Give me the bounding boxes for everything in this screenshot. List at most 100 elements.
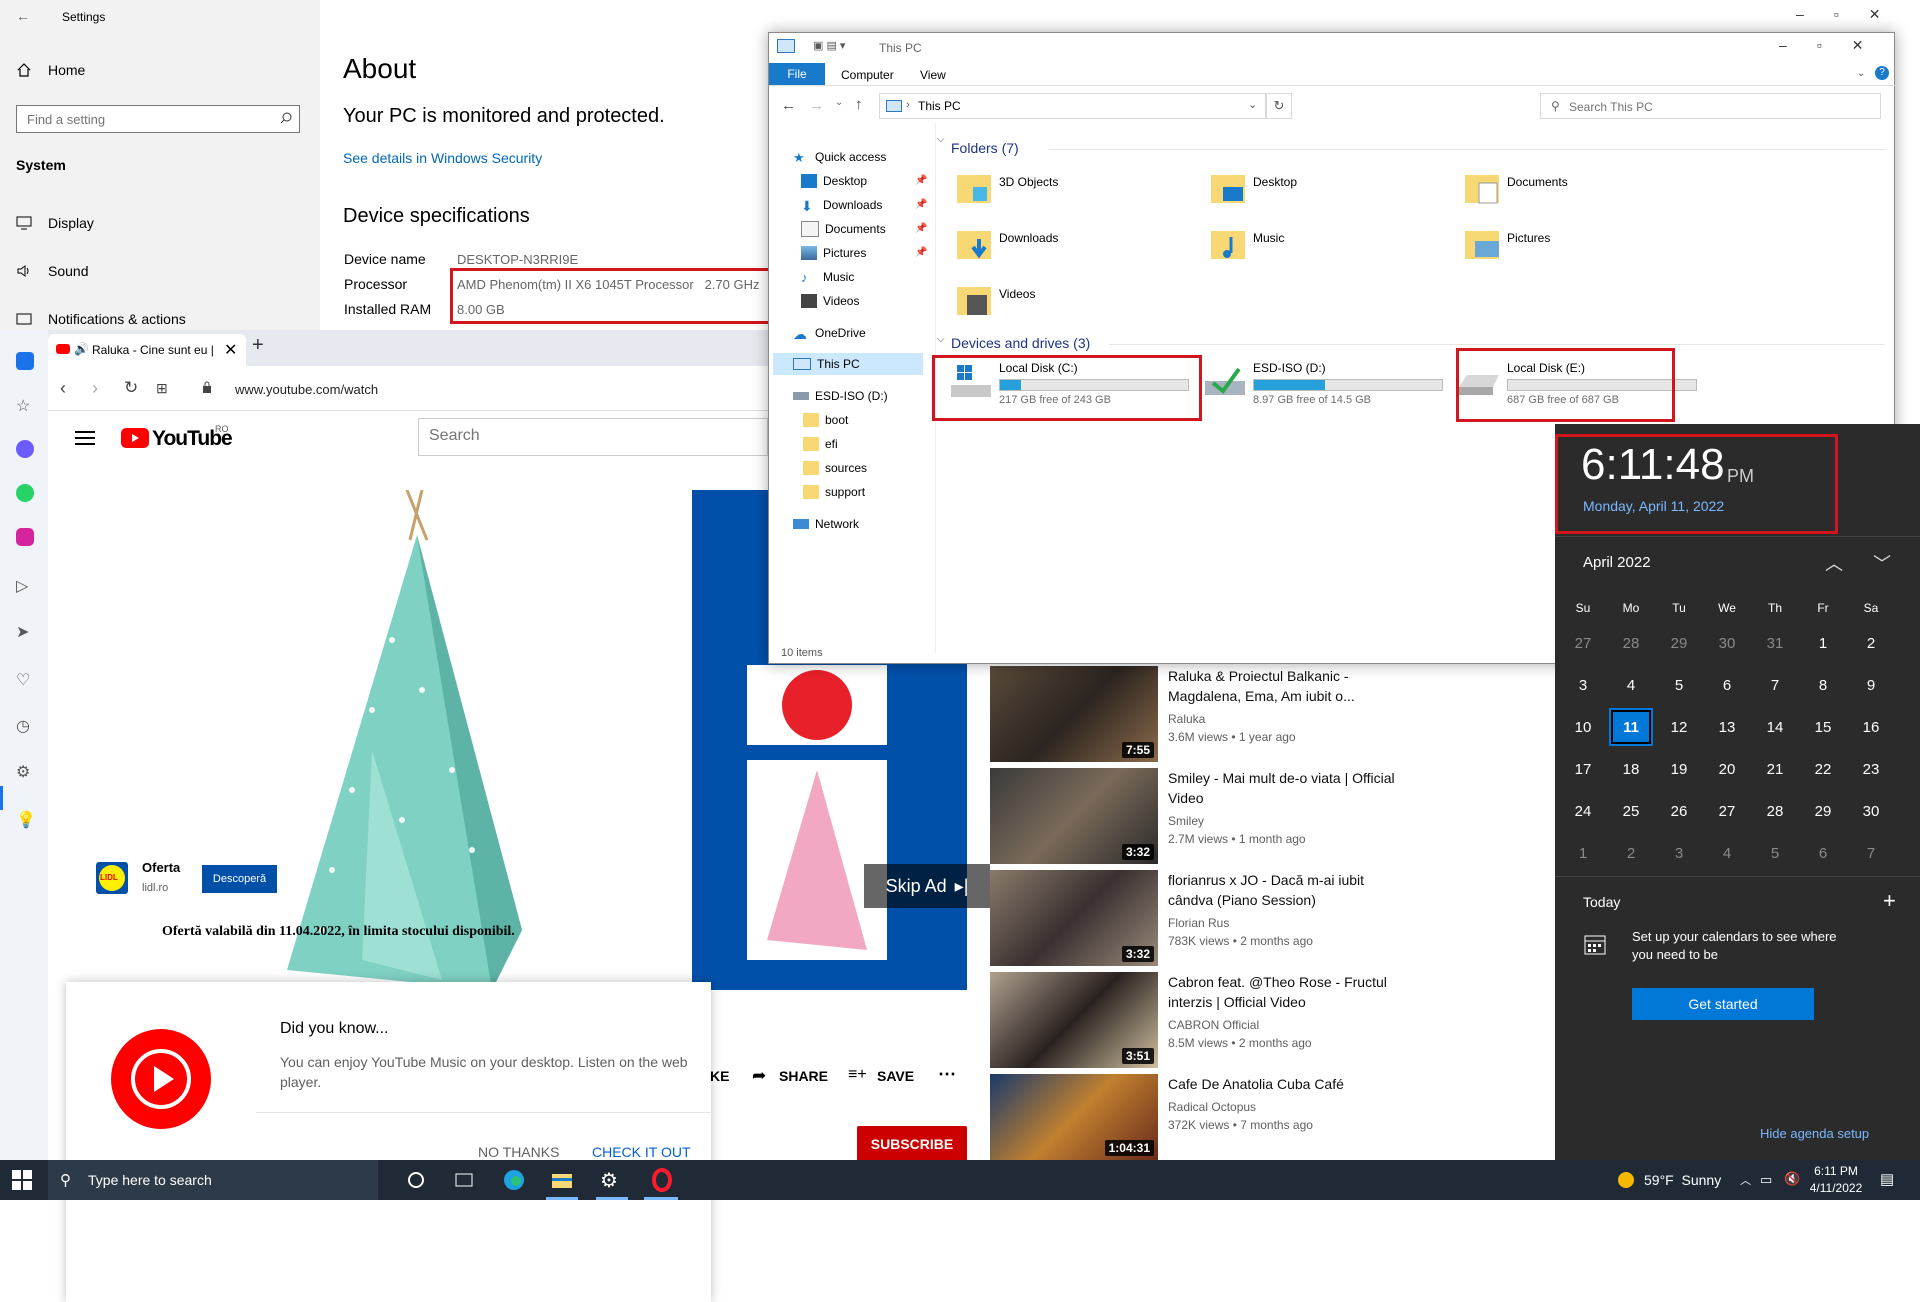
address-dropdown-icon[interactable]: ⌄ (1248, 98, 1257, 111)
drive-d[interactable]: ESD-ISO (D:) 8.97 GB free of 14.5 GB (1203, 361, 1443, 406)
nav-folder-support[interactable]: support (803, 482, 865, 502)
calendar-day[interactable]: 2 (1607, 833, 1655, 873)
calendar-day[interactable]: 31 (1751, 623, 1799, 663)
nav-videos[interactable]: Videos (801, 291, 859, 311)
whatsapp-icon[interactable] (16, 484, 34, 502)
settings-taskbar-icon[interactable]: ⚙ (600, 1168, 624, 1192)
calendar-day[interactable]: 4 (1703, 833, 1751, 873)
file-explorer-taskbar-icon[interactable] (550, 1168, 574, 1192)
calendar-day[interactable]: 4 (1607, 665, 1655, 705)
nav-music[interactable]: ♪ Music (801, 267, 854, 287)
settings-gear-icon[interactable]: ⚙ (16, 762, 34, 781)
collapse-chevron-icon[interactable]: ⌵ (937, 134, 945, 145)
settings-nav-display[interactable]: Display (14, 215, 94, 231)
video-title[interactable]: Raluka & Proiectul Balkanic - Magdalena,… (1168, 666, 1398, 706)
tabs-grid-icon[interactable]: ⊞ (156, 380, 168, 397)
share-button[interactable]: SHARE (779, 1068, 828, 1084)
next-month-icon[interactable]: ﹀ (1873, 550, 1891, 576)
back-arrow-icon[interactable]: ← (16, 8, 30, 24)
volume-muted-icon[interactable]: 🔇 (1784, 1171, 1800, 1187)
calendar-day[interactable]: 10 (1559, 707, 1607, 747)
calendar-day[interactable]: 30 (1703, 623, 1751, 663)
youtube-search-box[interactable] (418, 418, 768, 456)
calendar-day[interactable]: 14 (1751, 707, 1799, 747)
video-channel[interactable]: Radical Octopus (1168, 1100, 1256, 1114)
recent-locations-icon[interactable]: ⌄ (835, 97, 843, 108)
nav-desktop[interactable]: Desktop (801, 171, 867, 191)
action-center-icon[interactable]: ▤ (1880, 1170, 1894, 1188)
tab-close-icon[interactable]: ✕ (224, 340, 237, 360)
folder-pictures[interactable]: Pictures (1463, 225, 1550, 263)
get-started-button[interactable]: Get started (1632, 988, 1814, 1020)
ribbon-tab-computer[interactable]: Computer (841, 68, 894, 82)
check-it-out-button[interactable]: CHECK IT OUT (592, 1144, 691, 1160)
calendar-month[interactable]: April 2022 (1583, 554, 1651, 571)
folder-3d-objects[interactable]: 3D Objects (955, 169, 1058, 207)
calendar-day[interactable]: 7 (1847, 833, 1895, 873)
taskbar-date[interactable]: 4/11/2022 (1806, 1181, 1866, 1195)
video-title[interactable]: Cabron feat. @Theo Rose - Fructul interz… (1168, 972, 1398, 1012)
explorer-search-box[interactable]: ⚲ (1540, 93, 1881, 119)
up-icon[interactable]: ↑ (855, 96, 863, 113)
video-thumbnail[interactable]: 1:04:31 (990, 1074, 1158, 1160)
video-thumbnail[interactable]: 3:32 (990, 768, 1158, 864)
calendar-day[interactable]: 25 (1607, 791, 1655, 831)
calendar-day[interactable]: 3 (1559, 665, 1607, 705)
settings-nav-sound[interactable]: Sound (14, 263, 88, 279)
video-item[interactable]: 3:32 Smiley - Mai mult de-o viata | Offi… (990, 768, 1410, 864)
calendar-day[interactable]: 20 (1703, 749, 1751, 789)
calendar-day[interactable]: 1 (1799, 623, 1847, 663)
new-tab-icon[interactable]: + (252, 334, 264, 357)
sun-weather-icon[interactable] (1618, 1172, 1634, 1188)
calendar-day[interactable]: 1 (1559, 833, 1607, 873)
ribbon-tab-file[interactable]: File (769, 63, 825, 85)
no-thanks-button[interactable]: NO THANKS (478, 1144, 559, 1160)
calendar-day[interactable]: 8 (1799, 665, 1847, 705)
prev-month-icon[interactable]: ︿ (1825, 550, 1843, 576)
youtube-search-input[interactable] (427, 419, 731, 453)
nav-network[interactable]: Network (793, 514, 859, 534)
calendar-day[interactable]: 21 (1751, 749, 1799, 789)
calendar-day[interactable]: 28 (1607, 623, 1655, 663)
folder-desktop[interactable]: Desktop (1209, 169, 1297, 207)
windows-start-icon[interactable] (12, 1170, 32, 1190)
reload-icon[interactable]: ↻ (124, 378, 138, 398)
hide-agenda-link[interactable]: Hide agenda setup (1760, 1126, 1869, 1141)
ad-cta-button[interactable]: Descoperă (202, 865, 277, 893)
youtube-logo-icon[interactable] (121, 428, 149, 448)
ribbon-tab-view[interactable]: View (920, 68, 946, 82)
browser-tab[interactable]: 🔊 Raluka - Cine sunt eu | ✕ (48, 334, 246, 366)
calendar-day[interactable]: 9 (1847, 665, 1895, 705)
drives-header[interactable]: Devices and drives (3) (951, 335, 1090, 351)
folder-downloads[interactable]: Downloads (955, 225, 1058, 263)
calendar-day[interactable]: 7 (1751, 665, 1799, 705)
video-item[interactable]: 3:32 florianrus x JO - Dacă m-ai iubit c… (990, 870, 1410, 966)
weather-text[interactable]: 59°F Sunny (1644, 1172, 1721, 1188)
calendar-day[interactable]: 12 (1655, 707, 1703, 747)
folder-music[interactable]: Music (1209, 225, 1284, 263)
explorer-search-input[interactable] (1567, 97, 1871, 117)
nav-pictures[interactable]: Pictures (801, 243, 866, 263)
tray-chevron-icon[interactable]: ︿ (1740, 1172, 1751, 1188)
nav-esd-iso[interactable]: ESD-ISO (D:) (793, 386, 888, 406)
calendar-day[interactable]: 30 (1847, 791, 1895, 831)
video-item[interactable]: 1:04:31 Cafe De Anatolia Cuba Café Radic… (990, 1074, 1410, 1160)
more-icon[interactable]: ⋯ (938, 1064, 956, 1085)
menu-icon[interactable] (75, 430, 95, 446)
network-tray-icon[interactable]: ▭ (1760, 1172, 1772, 1188)
taskbar-time[interactable]: 6:11 PM (1806, 1164, 1866, 1178)
speed-dial-icon[interactable] (16, 352, 34, 370)
ad-panel[interactable] (72, 490, 692, 990)
calendar-day[interactable]: 27 (1559, 623, 1607, 663)
ribbon-expand-icon[interactable]: ⌄ (1857, 68, 1865, 79)
nav-folder-efi[interactable]: efi (803, 434, 838, 454)
nav-folder-boot[interactable]: boot (803, 410, 848, 430)
save-icon[interactable]: ≡+ (848, 1066, 867, 1084)
address-bar[interactable]: › This PC ⌄ (879, 93, 1266, 119)
calendar-day[interactable]: 23 (1847, 749, 1895, 789)
instagram-icon[interactable] (16, 528, 34, 546)
nav-this-pc[interactable]: This PC (793, 354, 860, 374)
video-thumbnail[interactable]: 3:32 (990, 870, 1158, 966)
calendar-day[interactable]: 15 (1799, 707, 1847, 747)
subscribe-button[interactable]: SUBSCRIBE (857, 1126, 967, 1162)
